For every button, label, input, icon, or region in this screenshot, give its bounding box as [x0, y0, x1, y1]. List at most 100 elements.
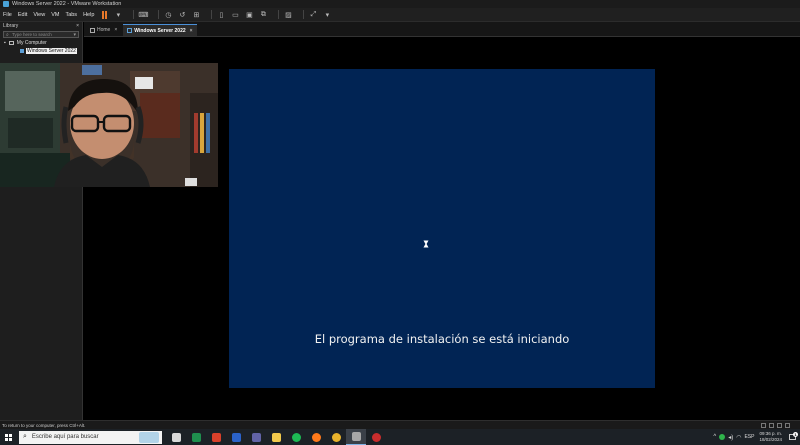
display-icon[interactable]: [785, 422, 790, 428]
setup-status-message: El programa de instalación se está inici…: [314, 332, 570, 346]
collapse-icon[interactable]: ▪: [4, 40, 6, 46]
toolbar-separator: [303, 10, 305, 19]
clock-date: 18/02/2024: [759, 437, 782, 442]
taskbar-app-record[interactable]: [366, 429, 386, 445]
system-tray: ^ ◂) ◠ ESP 09:36 p. m. 18/02/2024 1: [713, 431, 800, 443]
pause-icon: [101, 10, 108, 19]
notifications-icon[interactable]: 1: [789, 432, 798, 440]
taskbar-app-chrome[interactable]: [326, 429, 346, 445]
library-header: Library ×: [0, 22, 82, 30]
teams-icon: [251, 432, 261, 442]
speaker-icon[interactable]: ◂): [728, 434, 733, 441]
network-adapter-icon[interactable]: [777, 422, 782, 428]
home-icon: [90, 27, 95, 33]
library-title: Library: [3, 23, 19, 29]
tab-label: Windows Server 2022: [134, 27, 186, 34]
hard-disk-icon[interactable]: [761, 422, 766, 428]
vm-tab-icon: [127, 28, 133, 33]
toolbar-separator: [278, 10, 280, 19]
menu-edit[interactable]: Edit: [18, 12, 27, 18]
webcam-picture: [0, 63, 218, 187]
taskbar-app-task-view[interactable]: [166, 429, 186, 445]
statusbar: To return to your computer, press Ctrl+A…: [0, 420, 800, 429]
notification-count: 1: [793, 432, 798, 437]
taskbar-app-word[interactable]: [226, 429, 246, 445]
menu-vm[interactable]: VM: [51, 12, 59, 18]
device-icons: [761, 422, 800, 428]
chevron-down-icon[interactable]: ▾: [73, 32, 76, 38]
tab-label: Home: [97, 27, 111, 33]
library-search-placeholder: Type here to search: [12, 32, 52, 37]
taskbar-app-fire-app[interactable]: [206, 429, 226, 445]
wifi-icon[interactable]: ◠: [736, 434, 741, 441]
computer-icon: [8, 41, 14, 45]
taskbar-app-spotify[interactable]: [286, 429, 306, 445]
close-icon[interactable]: ×: [114, 27, 117, 33]
tree-item-label: My Computer: [16, 40, 47, 46]
snapshot-icon[interactable]: ◷: [164, 11, 172, 19]
taskbar-app-vmware[interactable]: [346, 429, 366, 445]
windows-logo-icon: [4, 433, 12, 441]
vm-icon: [20, 49, 24, 53]
start-button[interactable]: [0, 429, 16, 445]
firefox-icon: [311, 432, 321, 442]
fire-app-icon: [211, 432, 221, 442]
tree-item-my-computer[interactable]: ▪ My Computer: [0, 40, 82, 46]
toolbar-separator: [211, 10, 213, 19]
tray-app-icon[interactable]: [719, 434, 726, 440]
taskbar-app-teams[interactable]: [246, 429, 266, 445]
pause-button[interactable]: [100, 10, 108, 19]
hourglass-icon: [423, 240, 429, 248]
search-icon: ⌕: [23, 433, 27, 440]
search-icon: ⌕: [6, 32, 9, 38]
window-title: Windows Server 2022 - VMware Workstation: [12, 1, 122, 7]
cd-dvd-icon[interactable]: [769, 422, 774, 428]
vmware-app-icon: [3, 1, 9, 7]
taskbar-app-firefox[interactable]: [306, 429, 326, 445]
close-icon[interactable]: ×: [190, 28, 193, 34]
menubar: File Edit View VM Tabs Help ▾ ⌨ ◷ ↺ ⊞ ▯ …: [0, 8, 800, 22]
taskbar-app-excel[interactable]: [186, 429, 206, 445]
status-text: To return to your computer, press Ctrl+A…: [2, 422, 86, 428]
stretch-guest-icon[interactable]: ⤢: [309, 11, 317, 19]
menu-tabs[interactable]: Tabs: [65, 12, 77, 18]
show-library-icon[interactable]: ▯: [217, 11, 225, 19]
record-icon: [371, 432, 381, 442]
task-view-icon: [171, 432, 181, 442]
revert-snapshot-icon[interactable]: ↺: [178, 11, 186, 19]
library-close-icon[interactable]: ×: [76, 23, 79, 29]
window-titlebar[interactable]: Windows Server 2022 - VMware Workstation: [0, 0, 800, 8]
toolbar-separator: [158, 10, 160, 19]
unity-icon[interactable]: ⧉: [259, 11, 267, 19]
chrome-icon: [331, 432, 341, 442]
thumbnail-bar-icon[interactable]: ▭: [231, 11, 239, 19]
windows-taskbar: ⌕ Escribe aquí para buscar ^ ◂) ◠ ESP 09…: [0, 429, 800, 445]
search-highlight-icon: [139, 431, 159, 443]
power-dropdown-icon[interactable]: ▾: [114, 11, 122, 19]
explorer-icon: [271, 432, 281, 442]
input-language[interactable]: ESP: [744, 434, 754, 440]
tab-strip: Home × Windows Server 2022 ×: [84, 22, 800, 37]
webcam-overlay: [0, 63, 218, 187]
stretch-dropdown-icon[interactable]: ▾: [323, 11, 331, 19]
full-screen-icon[interactable]: ▣: [245, 11, 253, 19]
tree-item-vm[interactable]: Windows Server 2022: [0, 48, 82, 54]
tree-item-label: Windows Server 2022: [26, 48, 77, 54]
taskbar-app-explorer[interactable]: [266, 429, 286, 445]
library-search-input[interactable]: ⌕ Type here to search ▾: [3, 31, 79, 38]
console-view-icon[interactable]: ▨: [284, 11, 292, 19]
tab-windows-server-2022[interactable]: Windows Server 2022 ×: [123, 24, 197, 36]
word-icon: [231, 432, 241, 442]
send-ctrl-alt-del-icon[interactable]: ⌨: [138, 11, 148, 19]
taskbar-search-placeholder: Escribe aquí para buscar: [31, 434, 99, 440]
chevron-up-icon[interactable]: ^: [713, 434, 716, 440]
menu-file[interactable]: File: [3, 12, 12, 18]
menu-view[interactable]: View: [33, 12, 45, 18]
clock[interactable]: 09:36 p. m. 18/02/2024: [759, 431, 782, 443]
menu-help[interactable]: Help: [83, 12, 94, 18]
tab-home[interactable]: Home ×: [86, 24, 121, 36]
snapshot-manager-icon[interactable]: ⊞: [192, 11, 200, 19]
vmware-icon: [351, 432, 361, 441]
windows-setup-screen[interactable]: El programa de instalación se está inici…: [229, 69, 655, 388]
taskbar-search-input[interactable]: ⌕ Escribe aquí para buscar: [19, 430, 162, 444]
